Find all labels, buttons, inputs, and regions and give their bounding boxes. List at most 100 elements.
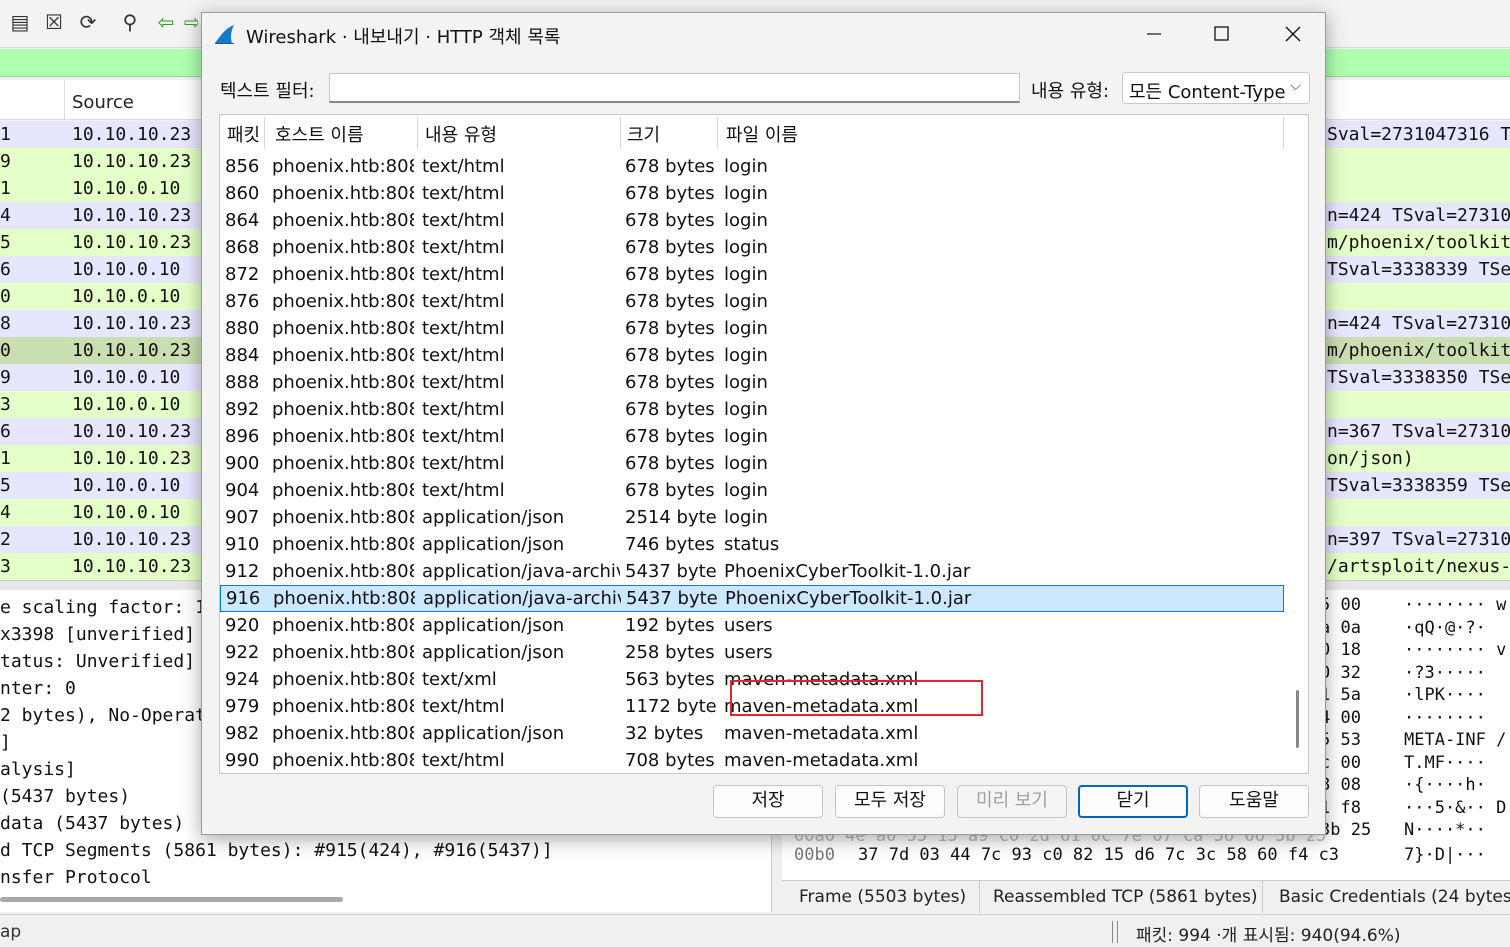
packet-number-cell: 920: [225, 615, 260, 636]
table-row[interactable]: 876 phoenix.htb:8081 text/html 678 bytes log…: [220, 288, 1284, 315]
column-divider[interactable]: [64, 80, 65, 120]
go-forward-icon[interactable]: ⇨: [184, 10, 198, 34]
packet-number: 4: [0, 502, 11, 523]
packet-source: 10.10.0.10: [72, 286, 181, 307]
packet-number-cell: 896: [225, 426, 260, 447]
column-header-packet[interactable]: 패킷: [227, 121, 260, 147]
packet-source: 10.10.10.23: [72, 421, 192, 442]
packet-number-cell: 876: [225, 291, 260, 312]
table-row[interactable]: 872 phoenix.htb:8081 text/html 678 bytes log…: [220, 261, 1284, 288]
detail-tree-item[interactable]: (5437 bytes): [0, 783, 130, 810]
detail-tree-item[interactable]: data (5437 bytes): [0, 810, 184, 837]
text-filter-input[interactable]: [329, 73, 1020, 103]
table-row[interactable]: 907 phoenix.htb:8081 application/json 2514 …: [220, 504, 1284, 531]
detail-tree-item[interactable]: tatus: Unverified]: [0, 648, 195, 675]
save-button[interactable]: 저장: [713, 785, 823, 818]
reload-icon[interactable]: ⟳: [76, 10, 100, 34]
detail-tree-item[interactable]: d TCP Segments (5861 bytes): #915(424), …: [0, 837, 553, 864]
packet-source: 10.10.0.10: [72, 259, 181, 280]
content-type-cell: text/html: [422, 345, 505, 366]
save-all-button[interactable]: 모두 저장: [835, 785, 945, 818]
table-row[interactable]: 910 phoenix.htb:8081 application/json 746 b…: [220, 531, 1284, 558]
column-header-size[interactable]: 크기: [627, 121, 660, 147]
table-row-selected[interactable]: 916 phoenix.htb:8081 application/java-arch…: [220, 585, 1284, 612]
hostname-cell: phoenix.htb:8081: [272, 696, 414, 717]
header-separator[interactable]: [264, 117, 265, 149]
packet-info: Sval=2731047316 T: [1327, 124, 1510, 145]
table-row[interactable]: 900 phoenix.htb:8081 text/html 678 bytes log…: [220, 450, 1284, 477]
table-row[interactable]: 922 phoenix.htb:8081 application/json 258 b…: [220, 639, 1284, 666]
size-cell: 746 bytes: [625, 534, 715, 555]
status-divider: [1112, 921, 1118, 943]
table-row[interactable]: 884 phoenix.htb:8081 text/html 678 bytes log…: [220, 342, 1284, 369]
content-type-select[interactable]: 모든 Content-Type ⌵: [1122, 72, 1310, 104]
tab-basic-credentials[interactable]: Basic Credentials (24 bytes): [1279, 887, 1510, 907]
tab-frame[interactable]: Frame (5503 bytes): [799, 887, 966, 907]
details-horizontal-scrollbar[interactable]: [0, 897, 343, 902]
detail-tree-item[interactable]: x3398 [unverified]: [0, 621, 195, 648]
packet-number-cell: 910: [225, 534, 260, 555]
close-icon: [1285, 26, 1301, 42]
tab-reassembled-tcp[interactable]: Reassembled TCP (5861 bytes): [993, 887, 1258, 907]
content-type-cell: text/html: [422, 453, 505, 474]
header-separator[interactable]: [717, 117, 718, 149]
close-file-icon[interactable]: ☒: [42, 10, 66, 34]
content-type-label: 내용 유형:: [1031, 81, 1110, 102]
table-row[interactable]: 868 phoenix.htb:8081 text/html 678 bytes log…: [220, 234, 1284, 261]
column-header-hostname[interactable]: 호스트 이름: [275, 121, 364, 147]
header-separator[interactable]: [620, 117, 621, 149]
packet-number-cell: 864: [225, 210, 260, 231]
preview-button[interactable]: 미리 보기: [957, 785, 1067, 818]
help-button[interactable]: 도움말: [1199, 785, 1309, 818]
table-row[interactable]: 892 phoenix.htb:8081 text/html 678 bytes log…: [220, 396, 1284, 423]
size-cell: 678 bytes: [625, 399, 715, 420]
size-cell: 563 bytes: [625, 669, 715, 690]
packet-source: 10.10.10.23: [72, 448, 192, 469]
packet-source: 10.10.10.23: [72, 151, 192, 172]
filename-cell: login: [724, 264, 768, 285]
content-type-cell: application/json: [422, 615, 565, 636]
header-separator[interactable]: [417, 117, 418, 149]
filename-cell: login: [724, 183, 768, 204]
close-button[interactable]: 닫기: [1078, 785, 1188, 818]
dialog-titlebar[interactable]: Wireshark · 내보내기 · HTTP 객체 목록: [202, 13, 1325, 57]
table-header: 패킷 호스트 이름 내용 유형 크기 파일 이름: [220, 115, 1308, 153]
ascii-bytes: ···5·&·· D: [1404, 797, 1507, 818]
packet-info: n=397 TSval=27310: [1327, 529, 1510, 550]
packet-number-cell: 900: [225, 453, 260, 474]
table-row[interactable]: 912 phoenix.htb:8081 application/java-arch…: [220, 558, 1284, 585]
table-row[interactable]: 904 phoenix.htb:8081 text/html 678 bytes log…: [220, 477, 1284, 504]
table-vertical-scrollbar[interactable]: [1296, 690, 1299, 748]
table-row[interactable]: 888 phoenix.htb:8081 text/html 678 bytes log…: [220, 369, 1284, 396]
detail-tree-item[interactable]: e scaling factor: 1: [0, 594, 206, 621]
table-row[interactable]: 982 phoenix.htb:8081 application/json 32 by…: [220, 720, 1284, 747]
find-packet-icon[interactable]: ⚲: [118, 10, 142, 34]
close-window-button[interactable]: [1255, 13, 1323, 57]
detail-tree-item[interactable]: nsfer Protocol: [0, 864, 152, 891]
minimize-button[interactable]: [1119, 13, 1187, 57]
table-row[interactable]: 856 phoenix.htb:8081 text/html 678 bytes log…: [220, 153, 1284, 180]
hostname-cell: phoenix.htb:8081: [272, 318, 414, 339]
packet-number-cell: 982: [225, 723, 260, 744]
column-header-content-type[interactable]: 내용 유형: [425, 121, 497, 147]
source-column-header[interactable]: Source: [72, 92, 134, 113]
go-back-icon[interactable]: ⇦: [154, 10, 178, 34]
maximize-button[interactable]: [1187, 13, 1255, 57]
table-row[interactable]: 920 phoenix.htb:8081 application/json 192 b…: [220, 612, 1284, 639]
hostname-cell: phoenix.htb:8081: [272, 399, 414, 420]
table-row[interactable]: 896 phoenix.htb:8081 text/html 678 bytes log…: [220, 423, 1284, 450]
detail-tree-item[interactable]: 2 bytes), No-Operat: [0, 702, 206, 729]
table-row[interactable]: 860 phoenix.htb:8081 text/html 678 bytes log…: [220, 180, 1284, 207]
bytes-tab-bar: Frame (5503 bytes) Reassembled TCP (5861…: [782, 880, 1510, 913]
detail-tree-item[interactable]: alysis]: [0, 756, 76, 783]
hex-bytes: 1 5a: [1320, 685, 1361, 705]
table-row[interactable]: 880 phoenix.htb:8081 text/html 678 bytes log…: [220, 315, 1284, 342]
detail-tree-item[interactable]: ]: [0, 729, 11, 756]
filename-cell: login: [724, 345, 768, 366]
file-properties-icon[interactable]: ▤: [8, 10, 32, 34]
detail-tree-item[interactable]: nter: 0: [0, 675, 76, 702]
hostname-cell: phoenix.htb:8081: [272, 669, 414, 690]
column-header-filename[interactable]: 파일 이름: [726, 121, 798, 147]
table-row[interactable]: 990 phoenix.htb:8081 text/html 708 bytes mav…: [220, 747, 1284, 773]
table-row[interactable]: 864 phoenix.htb:8081 text/html 678 bytes log…: [220, 207, 1284, 234]
